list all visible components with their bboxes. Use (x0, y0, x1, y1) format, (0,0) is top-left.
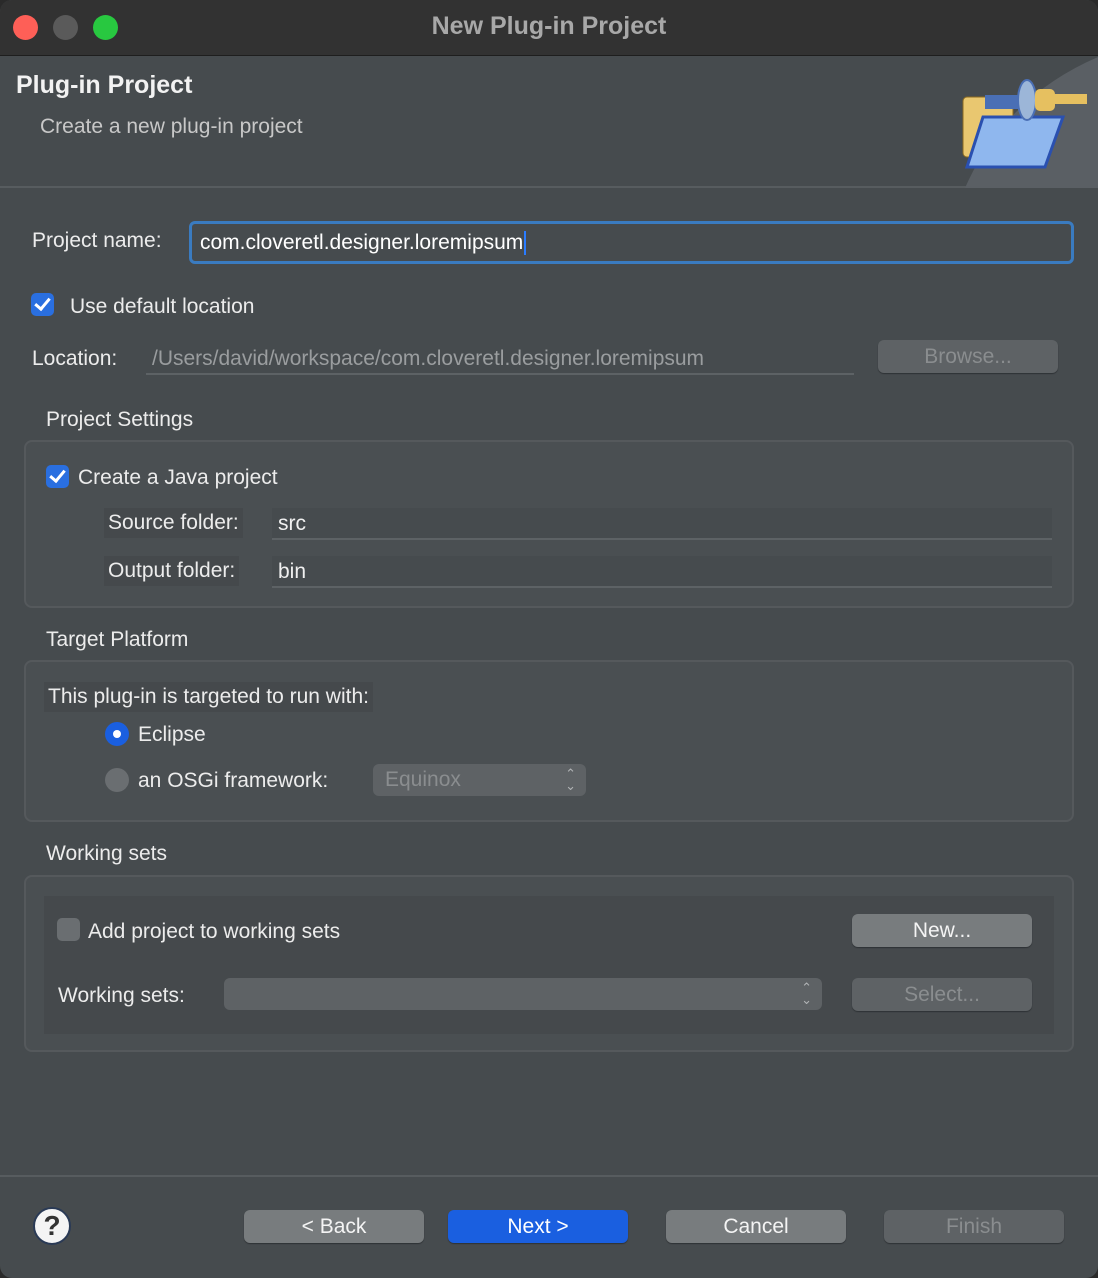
target-platform-title: Target Platform (46, 628, 189, 651)
location-input[interactable]: /Users/david/workspace/com.cloveretl.des… (146, 343, 854, 375)
plugin-folder-icon (962, 57, 1098, 188)
location-label: Location: (32, 347, 118, 370)
working-sets-select[interactable]: ⌃ ⌄ (224, 978, 822, 1010)
chevron-up-down-icon: ⌃ ⌄ (565, 766, 576, 793)
project-name-label: Project name: (32, 229, 162, 252)
source-folder-input[interactable]: src (272, 508, 1052, 540)
use-default-location-label: Use default location (70, 295, 255, 318)
cancel-button[interactable]: Cancel (666, 1210, 846, 1243)
use-default-location-checkbox[interactable] (31, 293, 54, 316)
project-name-value: com.cloveretl.designer.loremipsum (200, 231, 527, 255)
working-sets-title: Working sets (46, 842, 167, 865)
eclipse-radio[interactable] (105, 722, 129, 746)
output-folder-label: Output folder: (104, 556, 240, 586)
add-to-working-sets-checkbox[interactable] (57, 918, 80, 941)
osgi-framework-value: Equinox (385, 768, 461, 791)
wizard-header: Plug-in Project Create a new plug-in pro… (0, 57, 1098, 188)
page-title: Plug-in Project (16, 71, 193, 99)
window-title: New Plug-in Project (431, 12, 667, 40)
browse-button[interactable]: Browse... (878, 340, 1058, 373)
add-to-working-sets-label: Add project to working sets (88, 920, 341, 943)
page-subtitle: Create a new plug-in project (40, 115, 303, 138)
create-java-project-label: Create a Java project (78, 466, 278, 489)
finish-button[interactable]: Finish (884, 1210, 1064, 1243)
working-sets-label: Working sets: (58, 984, 185, 1007)
help-icon[interactable]: ? (33, 1207, 71, 1245)
source-folder-label: Source folder: (104, 508, 243, 538)
new-working-set-button[interactable]: New... (852, 914, 1032, 947)
output-folder-input[interactable]: bin (272, 556, 1052, 588)
title-bar: New Plug-in Project (0, 0, 1098, 56)
footer-divider (0, 1175, 1098, 1177)
project-name-input[interactable]: com.cloveretl.designer.loremipsum (189, 221, 1074, 264)
osgi-radio[interactable] (105, 768, 129, 792)
back-button[interactable]: < Back (244, 1210, 424, 1243)
dialog-window: New Plug-in Project Plug-in Project Crea… (0, 0, 1098, 1278)
chevron-up-down-icon: ⌃ ⌄ (801, 980, 812, 1007)
osgi-label: an OSGi framework: (138, 769, 329, 792)
eclipse-label: Eclipse (138, 723, 206, 746)
select-working-sets-button[interactable]: Select... (852, 978, 1032, 1011)
project-settings-title: Project Settings (46, 408, 194, 431)
create-java-project-checkbox[interactable] (46, 465, 69, 488)
next-button[interactable]: Next > (448, 1210, 628, 1243)
target-prompt-label: This plug-in is targeted to run with: (44, 682, 373, 712)
osgi-framework-select[interactable]: Equinox ⌃ ⌄ (373, 764, 586, 796)
